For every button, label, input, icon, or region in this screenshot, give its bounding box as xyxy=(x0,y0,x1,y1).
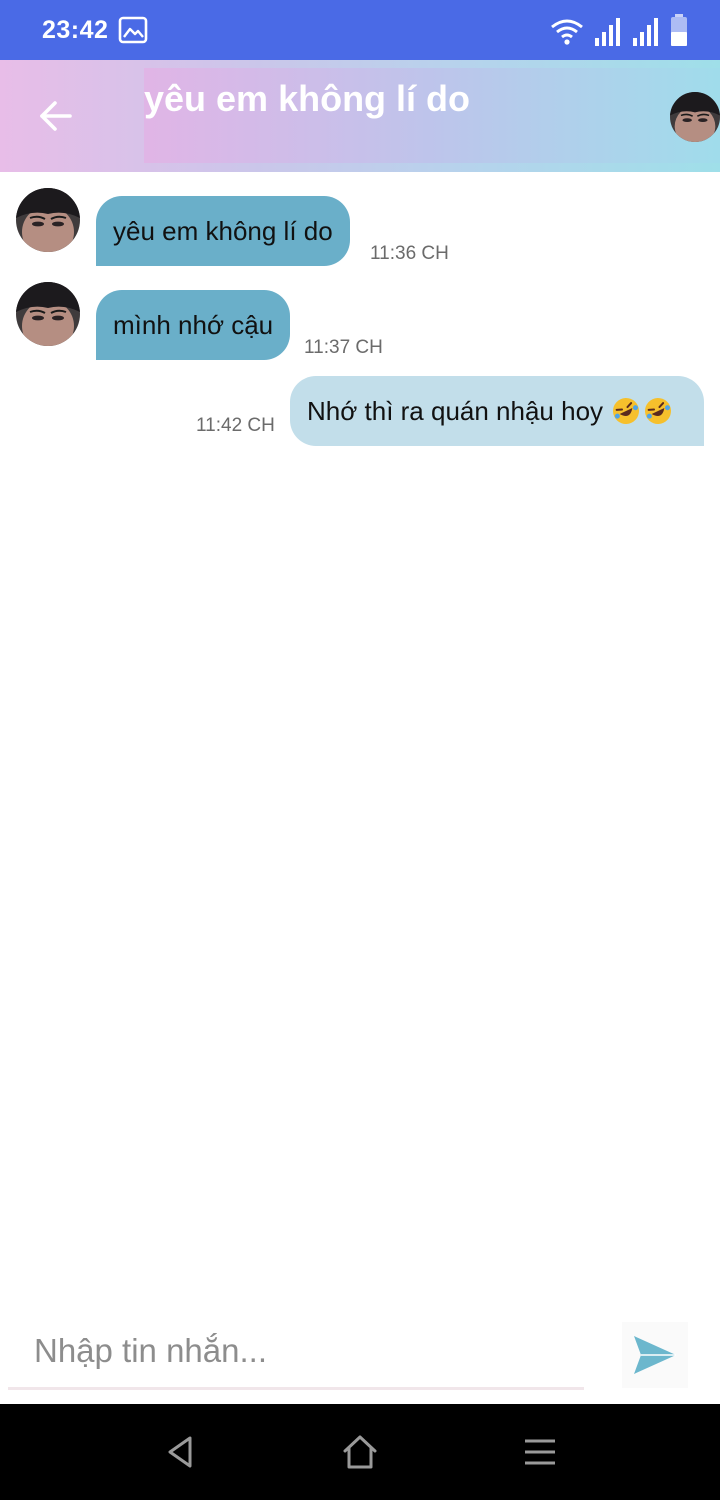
home-icon[interactable] xyxy=(340,1432,380,1472)
gallery-icon xyxy=(118,16,148,44)
signal-icon xyxy=(633,18,658,46)
composer xyxy=(8,1318,584,1390)
status-icons xyxy=(550,14,688,46)
sender-avatar[interactable] xyxy=(16,282,80,346)
send-icon xyxy=(634,1336,676,1374)
message-text: Nhớ thì ra quán nhậu hoy xyxy=(307,395,604,426)
arrow-left-icon xyxy=(40,101,72,131)
laughing-emoji-icon xyxy=(645,398,672,424)
send-button[interactable] xyxy=(622,1322,688,1388)
chat-screen: 23:42 yêu em không lí do yêu em không lí… xyxy=(0,0,720,1500)
contact-avatar[interactable] xyxy=(670,92,720,142)
back-button[interactable] xyxy=(28,92,84,140)
status-time: 23:42 xyxy=(42,16,109,44)
signal-icon xyxy=(595,18,620,46)
message-text: yêu em không lí do xyxy=(113,215,333,246)
message-bubble-incoming[interactable]: yêu em không lí do xyxy=(96,196,350,266)
laughing-emoji-pair xyxy=(611,396,673,426)
menu-icon[interactable] xyxy=(520,1432,560,1472)
back-triangle-icon[interactable] xyxy=(160,1432,200,1472)
wifi-icon xyxy=(551,19,583,45)
message-text: mình nhớ cậu xyxy=(113,309,274,340)
message-bubble-outgoing[interactable]: Nhớ thì ra quán nhậu hoy xyxy=(290,376,704,446)
message-time: 11:37 CH xyxy=(304,337,383,358)
laughing-emoji-icon xyxy=(613,398,640,424)
battery-icon xyxy=(671,14,687,46)
message-bubble-incoming[interactable]: mình nhớ cậu xyxy=(96,290,291,360)
message-time: 11:36 CH xyxy=(370,243,449,264)
status-bar: 23:42 xyxy=(0,0,720,60)
sender-avatar[interactable] xyxy=(16,188,80,252)
message-time: 11:42 CH xyxy=(196,415,275,436)
chat-title: yêu em không lí do xyxy=(144,78,471,119)
navigation-bar xyxy=(0,1404,720,1500)
message-input[interactable] xyxy=(34,1326,574,1376)
chat-header: yêu em không lí do xyxy=(0,60,720,172)
